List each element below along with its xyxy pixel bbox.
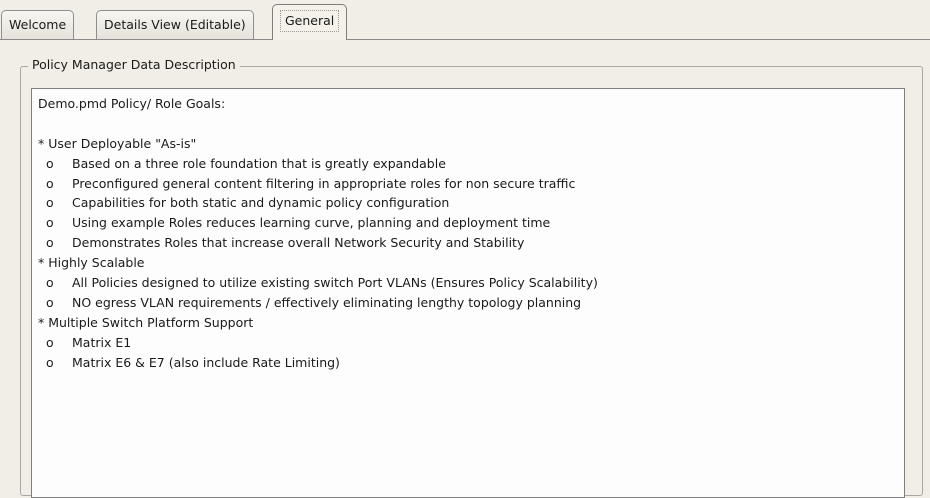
description-line: * Highly Scalable	[38, 255, 145, 271]
description-line: Using example Roles reduces learning cur…	[38, 213, 898, 233]
group-title: Policy Manager Data Description	[28, 57, 240, 72]
description-line: * Multiple Switch Platform Support	[38, 314, 254, 330]
description-line: * User Deployable "As-is"	[38, 135, 197, 151]
tab-label: Details View (Editable)	[104, 17, 246, 32]
description-line: Preconfigured general content filtering …	[38, 174, 898, 194]
description-line	[38, 114, 898, 134]
tab-welcome[interactable]: Welcome	[1, 10, 75, 39]
description-line: Matrix E1	[38, 333, 898, 353]
description-line: Demonstrates Roles that increase overall…	[38, 233, 898, 253]
tab-strip: Welcome Details View (Editable) General	[0, 0, 930, 40]
tab-label: Welcome	[9, 17, 67, 32]
description-line: NO egress VLAN requirements / effectivel…	[38, 293, 898, 313]
description-line: Capabilities for both static and dynamic…	[38, 193, 898, 213]
description-line: Demo.pmd Policy/ Role Goals:	[38, 96, 226, 111]
description-line: All Policies designed to utilize existin…	[38, 273, 898, 293]
tab-label: General	[280, 10, 340, 32]
description-line: Matrix E6 & E7 (also include Rate Limiti…	[38, 353, 898, 373]
description-textarea[interactable]: Demo.pmd Policy/ Role Goals: * User Depl…	[31, 88, 905, 498]
tab-details-view[interactable]: Details View (Editable)	[96, 10, 254, 39]
tab-general[interactable]: General	[272, 4, 348, 40]
description-line: Based on a three role foundation that is…	[38, 154, 898, 174]
